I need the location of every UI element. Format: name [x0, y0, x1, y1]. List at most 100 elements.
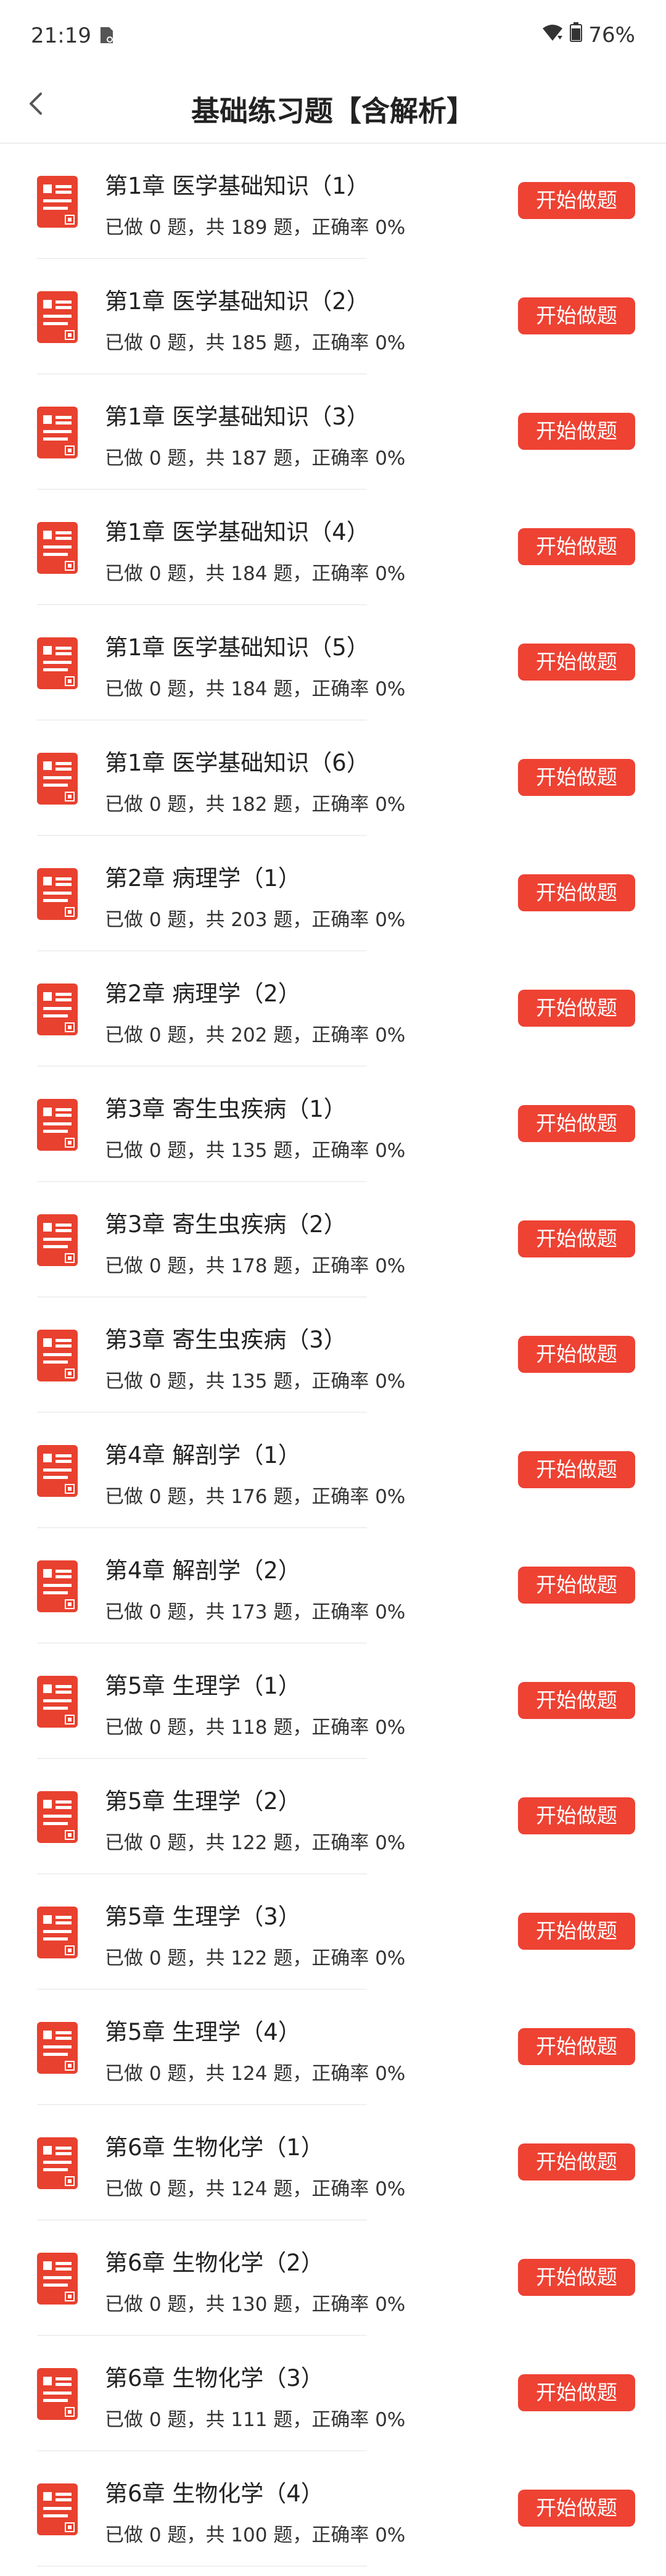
start-practice-button[interactable]: 开始做题: [518, 1567, 635, 1604]
start-practice-button[interactable]: 开始做题: [518, 990, 635, 1027]
done-prefix: 已做: [105, 1832, 149, 1854]
list-item[interactable]: 第3章 寄生虫疾病（2） 已做 0 题，共 178 题，正确率 0% 开始做题: [0, 1182, 666, 1298]
document-icon: [37, 522, 78, 574]
total-suffix: 题，正确率: [267, 447, 376, 470]
done-prefix: 已做: [105, 2524, 149, 2546]
done-prefix: 已做: [105, 793, 149, 816]
correct-rate: 0%: [375, 1024, 406, 1046]
done-count: 0: [149, 563, 162, 585]
list-item[interactable]: 第6章 生物化学（2） 已做 0 题，共 130 题，正确率 0% 开始做题: [0, 2221, 666, 2336]
start-practice-button[interactable]: 开始做题: [518, 2490, 635, 2527]
document-icon: [37, 2137, 78, 2189]
total-count: 203: [231, 909, 268, 931]
done-count: 0: [149, 2293, 162, 2316]
list-item[interactable]: 第3章 寄生虫疾病（3） 已做 0 题，共 135 题，正确率 0% 开始做题: [0, 1298, 666, 1413]
start-practice-button[interactable]: 开始做题: [518, 1451, 635, 1488]
item-title: 第6章 生物化学（3）: [105, 2365, 324, 2392]
start-practice-button[interactable]: 开始做题: [518, 874, 635, 911]
item-title: 第2章 病理学（1）: [105, 865, 301, 892]
battery-level: 76%: [588, 22, 635, 48]
start-practice-button[interactable]: 开始做题: [518, 759, 635, 796]
list-item[interactable]: 第1章 医学基础知识（1） 已做 0 题，共 189 题，正确率 0% 开始做题: [0, 144, 666, 259]
done-suffix: 题，共: [161, 1947, 231, 1969]
start-practice-button[interactable]: 开始做题: [518, 528, 635, 565]
done-prefix: 已做: [105, 2293, 149, 2316]
done-prefix: 已做: [105, 1140, 149, 1162]
start-practice-button[interactable]: 开始做题: [518, 2028, 635, 2065]
list-item[interactable]: 第6章 生物化学（4） 已做 0 题，共 100 题，正确率 0% 开始做题: [0, 2451, 666, 2567]
total-suffix: 题，正确率: [267, 1255, 376, 1277]
document-icon: [37, 637, 78, 689]
list-item[interactable]: 第1章 医学基础知识（5） 已做 0 题，共 184 题，正确率 0% 开始做题: [0, 605, 666, 721]
done-suffix: 题，共: [161, 2524, 231, 2546]
start-practice-button[interactable]: 开始做题: [518, 1105, 635, 1142]
item-title: 第6章 生物化学（2）: [105, 2250, 324, 2276]
done-suffix: 题，共: [161, 2063, 231, 2085]
document-icon: [37, 868, 78, 920]
total-suffix: 题，正确率: [267, 1832, 376, 1854]
start-practice-button[interactable]: 开始做题: [518, 644, 635, 681]
start-practice-button[interactable]: 开始做题: [518, 182, 635, 219]
done-prefix: 已做: [105, 909, 149, 931]
start-practice-button[interactable]: 开始做题: [518, 2143, 635, 2180]
correct-rate: 0%: [375, 678, 406, 700]
done-suffix: 题，共: [161, 678, 231, 700]
list-item[interactable]: 第4章 解剖学（1） 已做 0 题，共 176 题，正确率 0% 开始做题: [0, 1413, 666, 1528]
start-practice-button[interactable]: 开始做题: [518, 2374, 635, 2411]
document-icon: [37, 1560, 78, 1612]
total-suffix: 题，正确率: [267, 2293, 376, 2316]
list-item[interactable]: 第3章 寄生虫疾病（1） 已做 0 题，共 135 题，正确率 0% 开始做题: [0, 1067, 666, 1182]
list-item[interactable]: 第4章 解剖学（2） 已做 0 题，共 173 题，正确率 0% 开始做题: [0, 1528, 666, 1644]
list-item[interactable]: 第1章 医学基础知识（6） 已做 0 题，共 182 题，正确率 0% 开始做题: [0, 721, 666, 836]
done-prefix: 已做: [105, 563, 149, 585]
total-count: 178: [231, 1255, 268, 1277]
status-right: 76%: [541, 22, 635, 48]
list-item[interactable]: 第1章 医学基础知识（4） 已做 0 题，共 184 题，正确率 0% 开始做题: [0, 490, 666, 605]
total-suffix: 题，正确率: [267, 909, 376, 931]
list-item[interactable]: 第1章 医学基础知识（3） 已做 0 题，共 187 题，正确率 0% 开始做题: [0, 375, 666, 490]
start-practice-button[interactable]: 开始做题: [518, 1682, 635, 1719]
list-item[interactable]: 第1章 医学基础知识（2） 已做 0 题，共 185 题，正确率 0% 开始做题: [0, 259, 666, 375]
total-count: 122: [231, 1832, 268, 1854]
item-stats: 已做 0 题，共 135 题，正确率 0%: [105, 1365, 405, 1393]
start-practice-button[interactable]: 开始做题: [518, 297, 635, 334]
total-suffix: 题，正确率: [267, 2409, 376, 2431]
list-item[interactable]: 第5章 生理学（3） 已做 0 题，共 122 题，正确率 0% 开始做题: [0, 1874, 666, 1990]
list-item[interactable]: 第6章 生物化学（1） 已做 0 题，共 124 题，正确率 0% 开始做题: [0, 2105, 666, 2221]
done-suffix: 题，共: [161, 909, 231, 931]
correct-rate: 0%: [375, 1370, 406, 1393]
total-suffix: 题，正确率: [267, 1024, 376, 1046]
done-prefix: 已做: [105, 1370, 149, 1393]
list-item[interactable]: 第5章 生理学（2） 已做 0 题，共 122 题，正确率 0% 开始做题: [0, 1759, 666, 1874]
list-item[interactable]: 第5章 生理学（4） 已做 0 题，共 124 题，正确率 0% 开始做题: [0, 1990, 666, 2105]
total-suffix: 题，正确率: [267, 1486, 376, 1508]
total-suffix: 题，正确率: [267, 1140, 376, 1162]
list-item[interactable]: 第2章 病理学（1） 已做 0 题，共 203 题，正确率 0% 开始做题: [0, 836, 666, 951]
start-practice-button[interactable]: 开始做题: [518, 2259, 635, 2296]
done-count: 0: [149, 1486, 162, 1508]
done-count: 0: [149, 2409, 162, 2431]
item-title: 第1章 医学基础知识（6）: [105, 750, 369, 776]
item-stats: 已做 0 题，共 124 题，正确率 0%: [105, 2058, 405, 2085]
list-item[interactable]: 第5章 生理学（1） 已做 0 题，共 118 题，正确率 0% 开始做题: [0, 1644, 666, 1759]
list-item[interactable]: 第6章 生物化学（3） 已做 0 题，共 111 题，正确率 0% 开始做题: [0, 2336, 666, 2451]
start-practice-button[interactable]: 开始做题: [518, 1336, 635, 1373]
item-title: 第1章 医学基础知识（5）: [105, 634, 369, 661]
total-suffix: 题，正确率: [267, 678, 376, 700]
done-suffix: 题，共: [161, 1370, 231, 1393]
start-practice-button[interactable]: 开始做题: [518, 1913, 635, 1950]
notification-icon: [99, 26, 115, 44]
total-count: 124: [231, 2063, 268, 2085]
battery-icon: [570, 22, 583, 48]
start-practice-button[interactable]: 开始做题: [518, 1220, 635, 1257]
item-title: 第4章 解剖学（2）: [105, 1557, 301, 1584]
done-prefix: 已做: [105, 1024, 149, 1046]
item-stats: 已做 0 题，共 173 题，正确率 0%: [105, 1596, 405, 1624]
start-practice-button[interactable]: 开始做题: [518, 413, 635, 450]
total-count: 122: [231, 1947, 268, 1969]
total-count: 124: [231, 2178, 268, 2200]
done-prefix: 已做: [105, 332, 149, 354]
start-practice-button[interactable]: 开始做题: [518, 1797, 635, 1834]
document-icon: [37, 2368, 78, 2420]
list-item[interactable]: 第2章 病理学（2） 已做 0 题，共 202 题，正确率 0% 开始做题: [0, 951, 666, 1067]
